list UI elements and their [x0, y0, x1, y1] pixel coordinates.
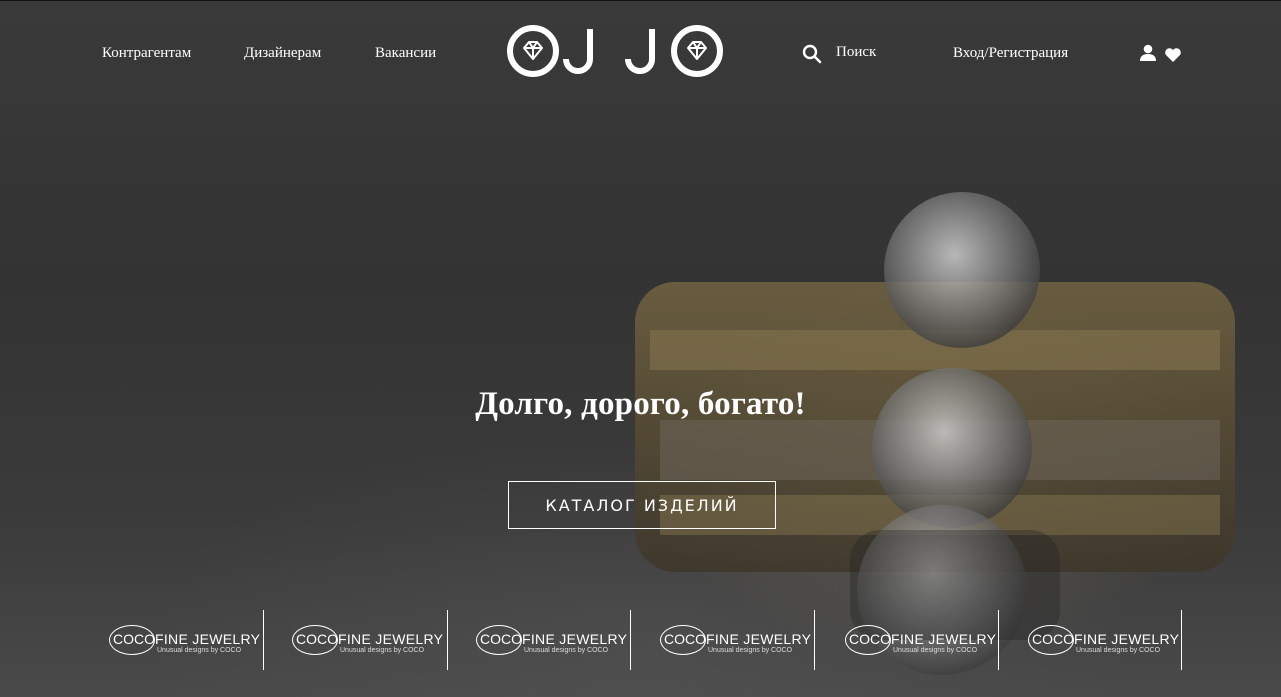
- partner-logo[interactable]: COCO FINE JEWELRY Unusual designs by COC…: [447, 610, 631, 672]
- user-icon[interactable]: [1139, 44, 1157, 62]
- partner-mark: COCO: [113, 631, 155, 647]
- partner-name: FINE JEWELRY: [891, 631, 997, 647]
- hero-background: [0, 0, 1281, 697]
- partner-name: FINE JEWELRY: [338, 631, 444, 647]
- partner-mark: COCO: [296, 631, 338, 647]
- top-border: [0, 0, 1281, 1]
- nav-link-designers[interactable]: Дизайнерам: [244, 45, 321, 62]
- partner-mark: COCO: [664, 631, 706, 647]
- ring-image: [635, 192, 1235, 675]
- partner-name: FINE JEWELRY: [706, 631, 812, 647]
- partner-mark: COCO: [480, 631, 522, 647]
- nav-link-counterparties[interactable]: Контрагентам: [102, 45, 191, 62]
- ojjo-logo[interactable]: [506, 23, 724, 79]
- partner-mark: COCO: [1032, 631, 1074, 647]
- partner-logo[interactable]: COCO FINE JEWELRY Unusual designs by COC…: [998, 610, 1182, 672]
- search-link[interactable]: Поиск: [836, 44, 876, 61]
- partner-tagline: Unusual designs by COCO: [893, 647, 978, 654]
- partner-name: FINE JEWELRY: [522, 631, 628, 647]
- partner-logo[interactable]: COCO FINE JEWELRY Unusual designs by COC…: [264, 610, 448, 672]
- partner-logo[interactable]: COCO FINE JEWELRY Unusual designs by COC…: [631, 610, 815, 672]
- partner-tagline: Unusual designs by COCO: [157, 647, 242, 654]
- partner-tagline: Unusual designs by COCO: [708, 647, 793, 654]
- partner-tagline: Unusual designs by COCO: [340, 647, 425, 654]
- search-icon[interactable]: [802, 44, 822, 64]
- partner-name: FINE JEWELRY: [1074, 631, 1180, 647]
- nav-link-vacancies[interactable]: Вакансии: [375, 45, 436, 62]
- hero-headline: Долго, дорого, богато!: [475, 386, 806, 422]
- partner-mark: COCO: [849, 631, 891, 647]
- partner-tagline: Unusual designs by COCO: [1076, 647, 1161, 654]
- partner-logo[interactable]: COCO FINE JEWELRY Unusual designs by COC…: [815, 610, 999, 672]
- login-register-link[interactable]: Вход/Регистрация: [953, 45, 1068, 62]
- partner-tagline: Unusual designs by COCO: [524, 647, 609, 654]
- partner-logo[interactable]: COCO FINE JEWELRY Unusual designs by COC…: [80, 610, 264, 672]
- partner-logos: COCO FINE JEWELRY Unusual designs by COC…: [0, 610, 1281, 672]
- partner-name: FINE JEWELRY: [155, 631, 261, 647]
- catalog-button[interactable]: КАТАЛОГ ИЗДЕЛИЙ: [508, 481, 776, 529]
- partner-divider: [1181, 610, 1182, 670]
- heart-icon[interactable]: [1164, 47, 1182, 63]
